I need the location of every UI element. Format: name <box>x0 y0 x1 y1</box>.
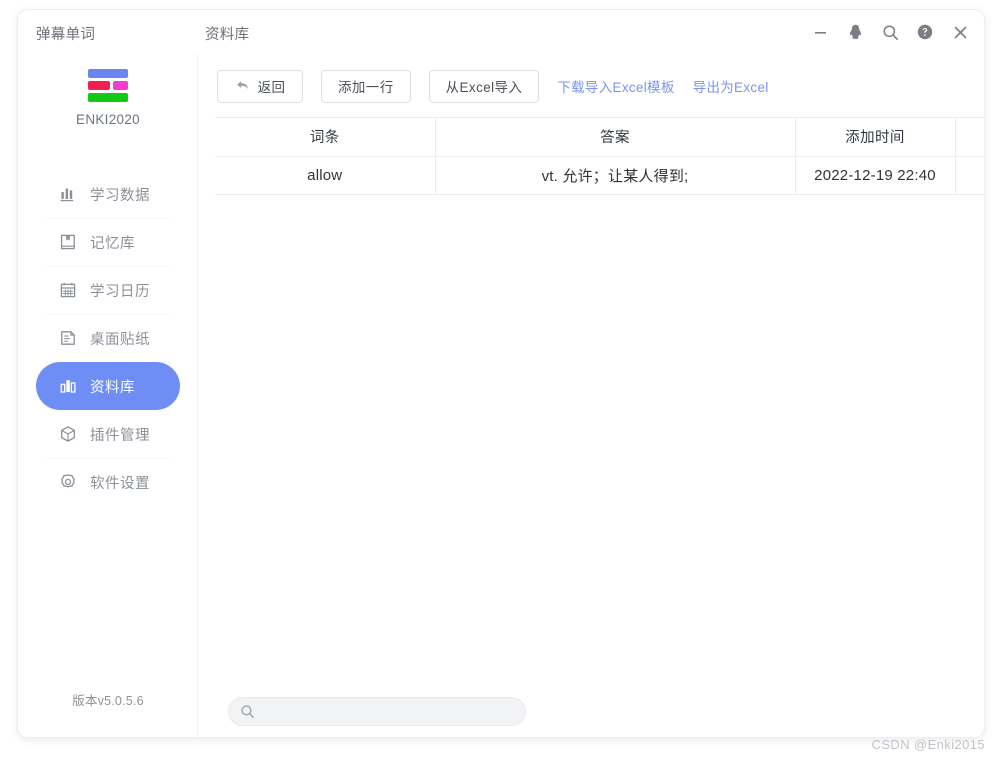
table-body: allow vt. 允许；让某人得到; 2022-12-19 22:40 <box>215 156 984 195</box>
search-button[interactable] <box>874 16 906 48</box>
gear-icon <box>58 473 77 492</box>
sidebar-item-study-calendar[interactable]: 学习日历 <box>36 266 180 314</box>
add-row-button[interactable]: 添加一行 <box>321 69 411 103</box>
import-excel-button[interactable]: 从Excel导入 <box>428 69 540 103</box>
toolbar: 返回 添加一行 从Excel导入 下载导入Excel模板 导出为Excel <box>198 62 984 110</box>
close-icon <box>953 25 968 40</box>
sidebar: ENKI2020 学习数据 记忆库 学习日历 桌面贴纸 资料库 插件管理 软件设… <box>18 54 198 737</box>
sidebar-item-software-settings[interactable]: 软件设置 <box>36 458 180 506</box>
sidebar-item-study-data[interactable]: 学习数据 <box>36 170 180 218</box>
logo-row-bottom <box>88 93 128 102</box>
qq-penguin-icon <box>848 24 863 40</box>
search-input[interactable] <box>261 704 511 719</box>
cell-added-time[interactable]: 2022-12-19 22:40 <box>795 156 956 195</box>
table-header-row: 词条 答案 添加时间 <box>215 118 984 157</box>
sidebar-item-label: 桌面贴纸 <box>90 331 150 348</box>
table-empty-area <box>215 195 984 686</box>
close-button[interactable] <box>944 16 976 48</box>
data-table-container[interactable]: 词条 答案 添加时间 allow vt. 允许；让某人得到; 2022-12-1… <box>215 117 984 686</box>
back-arrow-icon <box>235 79 250 93</box>
logo-bar-blue <box>88 69 128 78</box>
sidebar-item-label: 学习数据 <box>90 187 150 204</box>
minimize-button[interactable] <box>804 16 836 48</box>
help-circle-icon <box>917 24 933 40</box>
cube-icon <box>58 425 77 444</box>
main-content: 返回 添加一行 从Excel导入 下载导入Excel模板 导出为Excel 词条… <box>198 54 984 737</box>
cell-actions[interactable] <box>955 156 984 195</box>
logo-label: ENKI2020 <box>76 112 140 127</box>
search-icon <box>240 704 255 724</box>
sidebar-item-plugin-manager[interactable]: 插件管理 <box>36 410 180 458</box>
sidebar-item-label: 记忆库 <box>90 235 135 252</box>
bottom-bar <box>198 686 984 737</box>
logo-row-top <box>88 69 128 78</box>
qq-button[interactable] <box>839 16 871 48</box>
column-header-term[interactable]: 词条 <box>215 118 436 157</box>
column-header-added-time[interactable]: 添加时间 <box>795 118 956 157</box>
column-header-answer[interactable]: 答案 <box>435 118 796 157</box>
logo-bar-pink <box>113 81 128 90</box>
data-table: 词条 答案 添加时间 allow vt. 允许；让某人得到; 2022-12-1… <box>215 118 984 195</box>
sidebar-item-memory-library[interactable]: 记忆库 <box>36 218 180 266</box>
cell-answer[interactable]: vt. 允许；让某人得到; <box>435 156 796 195</box>
sidebar-nav: 学习数据 记忆库 学习日历 桌面贴纸 资料库 插件管理 软件设置 <box>18 170 198 506</box>
title-bar: 弹幕单词 资料库 <box>18 10 984 54</box>
column-header-actions <box>955 118 984 157</box>
search-icon <box>882 24 899 41</box>
sidebar-item-label: 资料库 <box>90 379 135 396</box>
window-controls <box>804 16 976 48</box>
version-label: 版本v5.0.5.6 <box>72 694 144 708</box>
import-excel-button-label: 从Excel导入 <box>445 80 523 95</box>
app-title: 弹幕单词 <box>36 27 96 43</box>
logo-mark <box>87 68 129 103</box>
cell-term[interactable]: allow <box>215 156 436 195</box>
page-title: 资料库 <box>205 27 250 43</box>
database-bars-icon <box>58 377 77 396</box>
screen: 弹幕单词 资料库 ENKI2020 学习数据 记忆库 学习日历 桌面贴纸 资料库… <box>0 0 1001 758</box>
help-button[interactable] <box>909 16 941 48</box>
back-button[interactable]: 返回 <box>217 69 303 103</box>
add-row-button-label: 添加一行 <box>338 80 394 95</box>
minimize-icon <box>813 25 828 40</box>
export-excel-link[interactable]: 导出为Excel <box>693 76 769 96</box>
logo-bar-green <box>88 93 128 102</box>
watermark: CSDN @Enki2015 <box>871 737 985 752</box>
sticky-note-icon <box>58 329 77 348</box>
logo-row-middle <box>88 81 128 90</box>
table-header: 词条 答案 添加时间 <box>215 118 984 157</box>
bar-chart-icon <box>58 185 77 204</box>
sidebar-item-label: 软件设置 <box>90 475 150 492</box>
book-icon <box>58 233 77 252</box>
sidebar-item-label: 插件管理 <box>90 427 150 444</box>
app-logo: ENKI2020 <box>18 68 198 127</box>
back-button-label: 返回 <box>257 80 286 95</box>
sidebar-item-desktop-sticker[interactable]: 桌面贴纸 <box>36 314 180 362</box>
sidebar-item-data-library[interactable]: 资料库 <box>36 362 180 410</box>
app-window: 弹幕单词 资料库 ENKI2020 学习数据 记忆库 学习日历 桌面贴纸 资料库… <box>18 10 984 737</box>
calendar-icon <box>58 281 77 300</box>
logo-bar-red <box>88 81 111 90</box>
sidebar-item-label: 学习日历 <box>90 283 150 300</box>
download-template-link[interactable]: 下载导入Excel模板 <box>557 76 674 96</box>
search-box[interactable] <box>228 697 526 726</box>
table-row[interactable]: allow vt. 允许；让某人得到; 2022-12-19 22:40 <box>215 156 984 195</box>
